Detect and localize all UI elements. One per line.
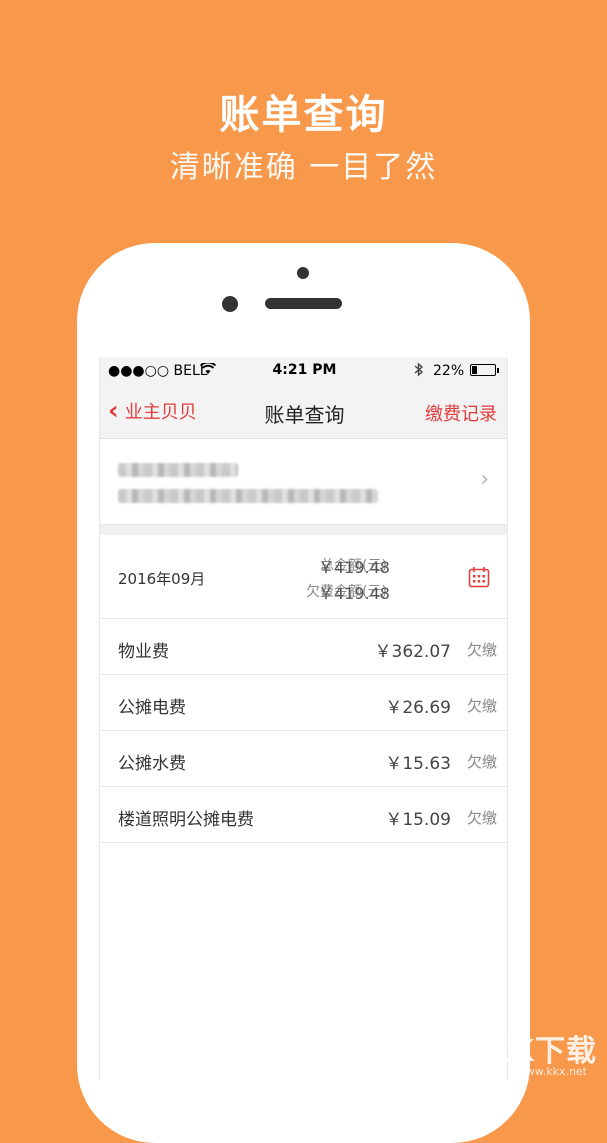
front-camera: [297, 267, 309, 279]
calendar-icon[interactable]: [468, 566, 490, 588]
status-bar: ●●●○○ BELL 4:21 PM 22%: [100, 357, 507, 385]
proximity-sensor: [222, 296, 238, 312]
app-screen: ●●●○○ BELL 4:21 PM 22% ‹ 业主贝贝 账单查询 缴费记录 …: [99, 357, 508, 1080]
owed-amount-value: ￥419.48: [318, 584, 390, 603]
bill-summary: 2016年09月 总金额(元) ￥419.48 欠费金额(元) ￥419.48: [100, 535, 507, 619]
redacted-address-line-2: [118, 489, 378, 503]
fee-status: 欠缴: [466, 809, 497, 827]
fee-status: 欠缴: [466, 641, 497, 659]
watermark-logo: KK下载: [486, 1034, 597, 1069]
watermark-url: www.kkx.net: [516, 1065, 587, 1078]
fee-row[interactable]: 公摊水费 ￥15.63 欠缴: [100, 731, 507, 787]
fee-name: 楼道照明公摊电费: [118, 810, 254, 830]
fee-amount: ￥362.07: [374, 642, 451, 662]
battery-percent: 22%: [433, 363, 465, 379]
fee-status: 欠缴: [466, 697, 497, 715]
fee-name: 公摊水费: [118, 754, 186, 774]
section-divider: [100, 525, 507, 535]
chevron-right-icon: ›: [480, 467, 489, 492]
bill-month: 2016年09月: [118, 570, 206, 588]
fee-name: 物业费: [118, 642, 169, 662]
battery-icon: [470, 364, 499, 376]
fee-status: 欠缴: [466, 753, 497, 771]
address-selector[interactable]: ›: [100, 439, 507, 525]
fee-amount: ￥15.09: [385, 810, 451, 830]
fee-amount: ￥15.63: [385, 754, 451, 774]
total-amount-value: ￥419.48: [318, 558, 390, 577]
promo-title: 账单查询: [219, 92, 388, 138]
fee-row[interactable]: 公摊电费 ￥26.69 欠缴: [100, 675, 507, 731]
redacted-address-line-1: [118, 463, 238, 477]
fee-row[interactable]: 物业费 ￥362.07 欠缴: [100, 619, 507, 675]
bluetooth-icon: [414, 362, 424, 381]
navigation-bar: ‹ 业主贝贝 账单查询 缴费记录: [100, 385, 507, 439]
fee-name: 公摊电费: [118, 698, 186, 718]
fee-row[interactable]: 楼道照明公摊电费 ￥15.09 欠缴: [100, 787, 507, 843]
fee-amount: ￥26.69: [385, 698, 451, 718]
payment-records-button[interactable]: 缴费记录: [425, 400, 497, 426]
earpiece-speaker: [265, 298, 342, 309]
promo-subtitle: 清晰准确 一目了然: [169, 150, 438, 185]
